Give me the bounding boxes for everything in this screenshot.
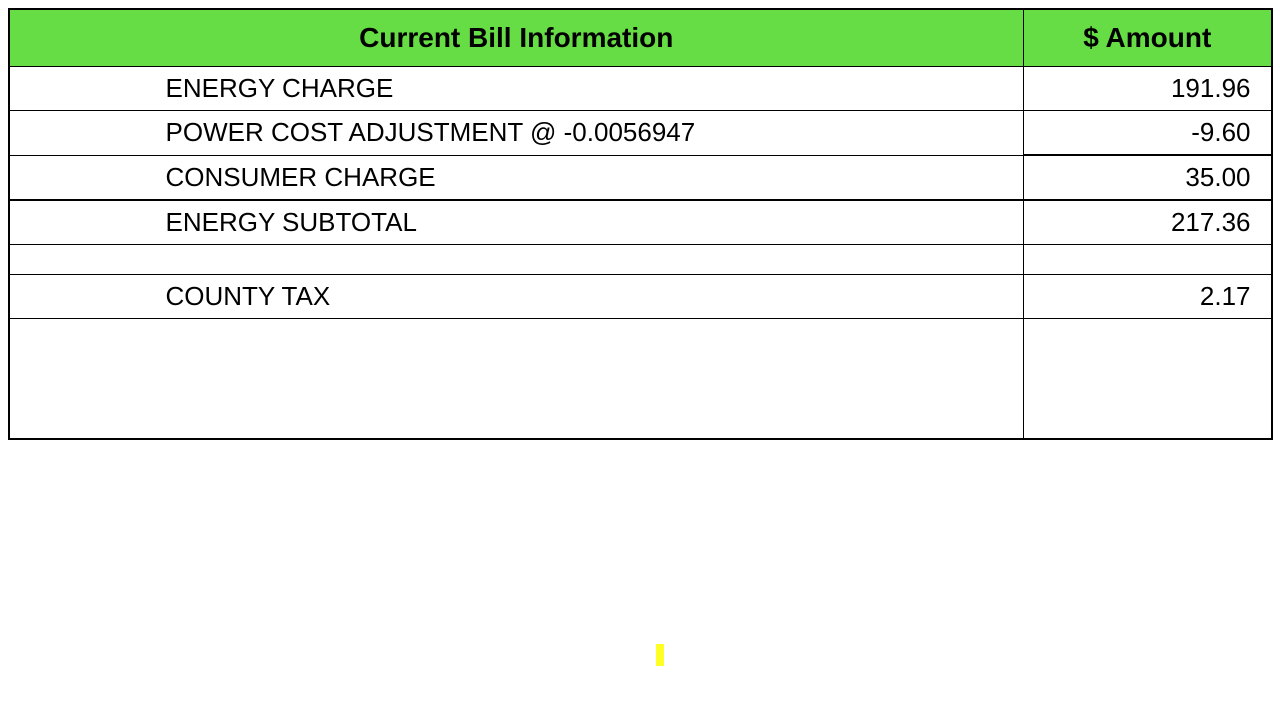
- row-label-1: POWER COST ADJUSTMENT @ -0.0056947: [9, 111, 1024, 156]
- bill-information-table: Current Bill Information $ Amount ENERGY…: [8, 8, 1273, 440]
- table-row: ENERGY SUBTOTAL217.36: [9, 200, 1272, 245]
- row-label-0: ENERGY CHARGE: [9, 67, 1024, 111]
- row-amount-4: 2.17: [1024, 275, 1272, 319]
- row-amount-0: 191.96: [1024, 67, 1272, 111]
- table-header-description: Current Bill Information: [9, 9, 1024, 67]
- row-amount-1: -9.60: [1024, 111, 1272, 156]
- row-amount-2: 35.00: [1024, 155, 1272, 200]
- empty-cell: [9, 319, 1024, 439]
- cursor-marker: [656, 644, 664, 666]
- row-label-4: COUNTY TAX: [9, 275, 1024, 319]
- row-amount-3: 217.36: [1024, 200, 1272, 245]
- row-label-2: CONSUMER CHARGE: [9, 155, 1024, 200]
- table-header-amount: $ Amount: [1024, 9, 1272, 67]
- table-row: COUNTY TAX2.17: [9, 275, 1272, 319]
- table-row: ENERGY CHARGE191.96: [9, 67, 1272, 111]
- table-row: CONSUMER CHARGE35.00: [9, 155, 1272, 200]
- spacer-amount-cell: [1024, 245, 1272, 275]
- empty-amount-cell: [1024, 319, 1272, 439]
- table-row: POWER COST ADJUSTMENT @ -0.0056947-9.60: [9, 111, 1272, 156]
- row-label-3: ENERGY SUBTOTAL: [9, 200, 1024, 245]
- spacer-cell: [9, 245, 1024, 275]
